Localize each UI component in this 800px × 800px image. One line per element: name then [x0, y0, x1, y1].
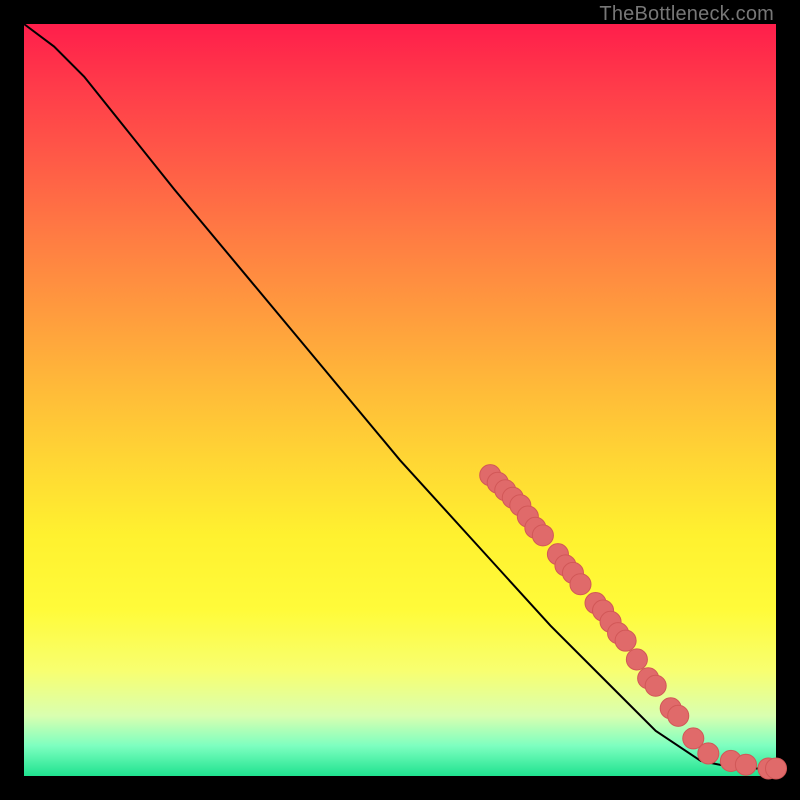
- data-marker: [645, 675, 666, 696]
- data-marker: [735, 754, 756, 775]
- data-marker: [615, 630, 636, 651]
- data-marker: [698, 743, 719, 764]
- marker-group: [480, 465, 787, 779]
- chart-overlay-svg: [24, 24, 776, 776]
- data-marker: [626, 649, 647, 670]
- data-marker: [668, 705, 689, 726]
- data-marker: [765, 758, 786, 779]
- bottleneck-curve: [24, 24, 776, 768]
- data-marker: [532, 525, 553, 546]
- data-marker: [570, 574, 591, 595]
- attribution-text: TheBottleneck.com: [599, 3, 774, 26]
- chart-frame: TheBottleneck.com: [0, 0, 800, 800]
